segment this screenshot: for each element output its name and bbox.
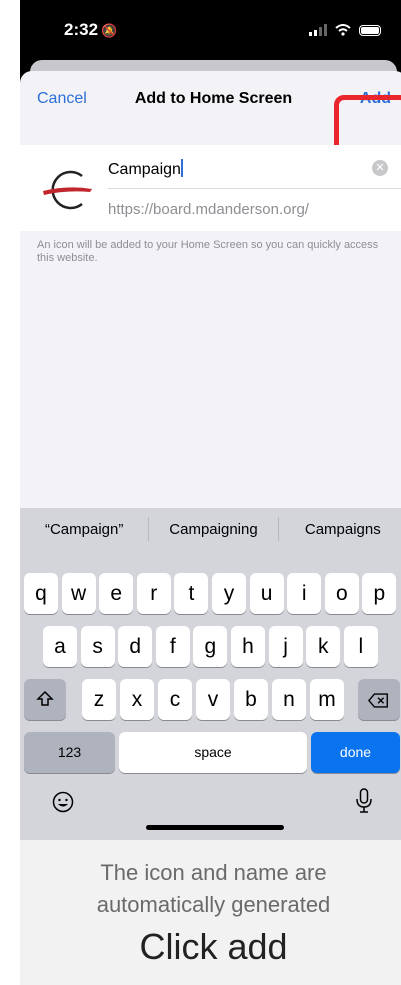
- sheet-title: Add to Home Screen: [134, 90, 293, 107]
- key-x[interactable]: x: [120, 679, 154, 720]
- keyboard: “Campaign” Campaigning Campaigns qwertyu…: [20, 508, 401, 840]
- clear-text-icon[interactable]: ✕: [372, 160, 388, 176]
- status-time-label: 2:32: [64, 20, 99, 39]
- bookmark-form: Campaign ✕ https://board.mdanderson.org/: [20, 145, 401, 231]
- add-to-home-sheet: Cancel Add to Home Screen Add Campaign ✕…: [20, 71, 401, 840]
- key-p[interactable]: p: [362, 573, 397, 614]
- done-key[interactable]: done: [311, 732, 400, 773]
- key-y[interactable]: y: [212, 573, 246, 614]
- name-field[interactable]: Campaign: [108, 159, 183, 179]
- home-indicator: [146, 825, 284, 830]
- key-k[interactable]: k: [306, 626, 341, 667]
- key-t[interactable]: t: [174, 573, 209, 614]
- key-j[interactable]: j: [268, 626, 303, 667]
- status-bar: 2:32 🔕: [20, 0, 401, 62]
- sheet-nav-bar: Cancel Add to Home Screen Add: [20, 71, 401, 127]
- key-i[interactable]: i: [287, 573, 322, 614]
- key-u[interactable]: u: [249, 573, 284, 614]
- key-d[interactable]: d: [118, 626, 153, 667]
- key-w[interactable]: w: [61, 573, 96, 614]
- caption-line-2: automatically generated: [96, 892, 331, 917]
- emoji-icon[interactable]: [52, 791, 74, 813]
- add-button[interactable]: Add: [360, 90, 391, 108]
- key-v[interactable]: v: [196, 679, 230, 720]
- key-h[interactable]: h: [231, 626, 265, 667]
- suggestion-3[interactable]: Campaigns: [279, 521, 401, 538]
- suggestion-bar: “Campaign” Campaigning Campaigns: [20, 508, 401, 550]
- instruction-caption: The icon and name are automatically gene…: [20, 840, 401, 985]
- key-o[interactable]: o: [324, 573, 359, 614]
- key-e[interactable]: e: [99, 573, 134, 614]
- space-key[interactable]: space: [119, 732, 307, 773]
- key-z[interactable]: z: [82, 679, 116, 720]
- field-divider: [108, 188, 401, 189]
- numbers-key[interactable]: 123: [24, 732, 115, 773]
- battery-icon: [359, 24, 381, 36]
- text-caret: [180, 159, 183, 177]
- bell-muted-icon: 🔕: [101, 23, 118, 38]
- site-icon: [40, 161, 98, 219]
- key-m[interactable]: m: [310, 679, 344, 720]
- key-g[interactable]: g: [193, 626, 228, 667]
- name-field-value: Campaign: [108, 161, 181, 178]
- key-r[interactable]: r: [136, 573, 171, 614]
- key-n[interactable]: n: [272, 679, 306, 720]
- wifi-icon: [335, 24, 351, 36]
- key-c[interactable]: c: [158, 679, 192, 720]
- status-time: 2:32 🔕: [64, 20, 117, 40]
- caption-line-3: Click add: [139, 926, 288, 967]
- caption-line-1: The icon and name are: [100, 860, 327, 885]
- backspace-icon: [368, 693, 388, 708]
- suggestion-1[interactable]: “Campaign”: [20, 521, 148, 538]
- cellular-signal-icon: [309, 24, 327, 36]
- shift-key[interactable]: [24, 679, 66, 720]
- key-b[interactable]: b: [234, 679, 268, 720]
- key-f[interactable]: f: [155, 626, 190, 667]
- key-q[interactable]: q: [24, 573, 58, 614]
- key-l[interactable]: l: [343, 626, 378, 667]
- shift-icon: [36, 690, 54, 706]
- key-a[interactable]: a: [43, 626, 77, 667]
- delete-key[interactable]: [358, 679, 400, 720]
- suggestion-2[interactable]: Campaigning: [149, 521, 277, 538]
- url-text: https://board.mdanderson.org/: [108, 201, 309, 218]
- key-s[interactable]: s: [80, 626, 115, 667]
- phone-screen: 2:32 🔕 Cancel Add to Home Screen Add Cam…: [20, 0, 401, 840]
- microphone-icon[interactable]: [355, 788, 373, 814]
- info-note: An icon will be added to your Home Scree…: [37, 239, 379, 264]
